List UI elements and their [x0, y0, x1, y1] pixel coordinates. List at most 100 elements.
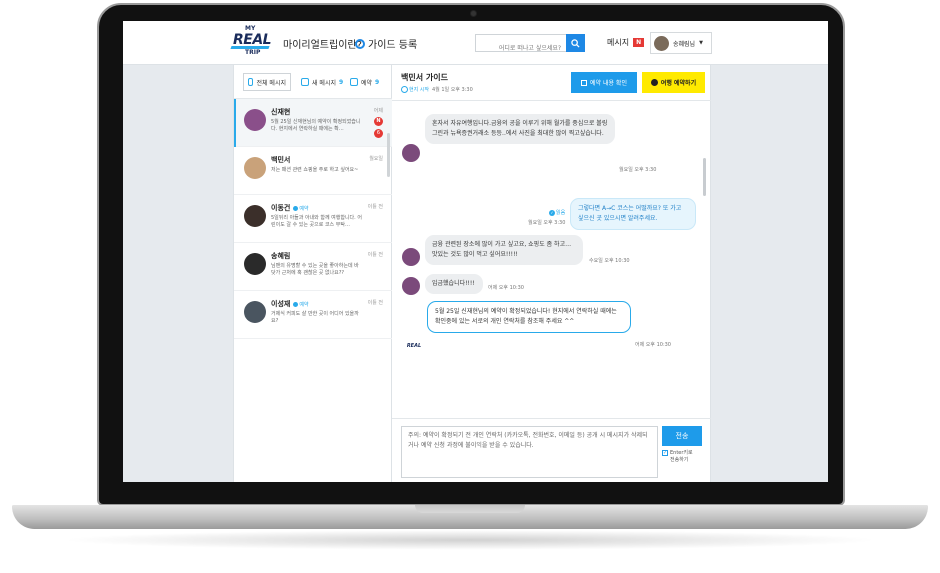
- checkbox-icon: ✓: [662, 450, 668, 456]
- read-receipt: 읽음: [549, 209, 565, 216]
- username: 송혜림님: [673, 40, 696, 48]
- message-composer: 주의: 예약이 확정되기 전 개인 연락처 (카카오톡, 전화번호, 이메일 등…: [392, 418, 711, 482]
- reservation-icon: [350, 78, 358, 86]
- conversation-time: 월요일: [369, 156, 383, 162]
- nav-about-link[interactable]: 마이리얼트립이란?: [283, 36, 362, 51]
- message-time: 월요일 오후 3:30: [619, 167, 657, 173]
- new-message-icon: [301, 78, 309, 86]
- message-bubble: 입금했습니다!!!!: [425, 274, 483, 294]
- conversation-time: 이틀 전: [367, 300, 383, 306]
- chat-bubble-icon: [248, 78, 254, 86]
- new-messages-badge: N: [633, 38, 645, 47]
- confirm-reservation-button[interactable]: 예약 내용 확인: [571, 72, 637, 93]
- message-time: 어제 오후 10:30: [635, 342, 671, 348]
- book-label: 여행 예약하기: [660, 80, 697, 87]
- send-button[interactable]: 전송: [662, 426, 702, 446]
- tab-label: 전체 메시지: [256, 79, 286, 87]
- conversation-name: 이성재 예약: [271, 299, 309, 309]
- new-badge: N: [374, 117, 383, 126]
- messages-link[interactable]: 메시지 N: [607, 37, 645, 48]
- reservation-tag: 예약: [293, 205, 308, 212]
- tab-count: 9: [375, 78, 380, 86]
- enter-to-send-label: Enter키로 전송하기: [670, 450, 693, 463]
- chat-subtitle: 현지 시작 4월 1일 오후 3:30: [401, 86, 473, 93]
- conversation-name: 송혜림: [271, 251, 290, 261]
- conversation-preview: 저는 패션 관련 쇼핑을 주로 하고 싶어요~: [271, 167, 359, 173]
- top-bar: MY REAL TRIP 마이리얼트립이란? 가이드 등록 메시지: [123, 21, 828, 65]
- message-bubble: 금융 관련된 장소에 많이 가고 싶고요, 쇼핑도 좀 하고… 맛있는 것도 많…: [425, 235, 583, 265]
- logo-my: MY: [245, 25, 256, 32]
- conversation-preview: 거제식 커피도 살 만한 곳이 어디어 있을까요?: [271, 311, 359, 324]
- message-time: 어제 오후 10:30: [488, 285, 524, 291]
- list-item[interactable]: 백민서 월요일 저는 패션 관련 쇼핑을 주로 하고 싶어요~: [234, 147, 393, 195]
- conversation-time: 어제: [373, 108, 383, 114]
- avatar: [402, 248, 420, 266]
- conversation-name: 이동건 예약: [271, 203, 309, 213]
- message-input[interactable]: 주의: 예약이 확정되기 전 개인 연락처 (카카오톡, 전화번호, 이메일 등…: [401, 426, 658, 478]
- name-text: 이동건: [271, 204, 291, 212]
- message-bubble: 혼자서 자유여행입니다.금융의 공을 이루기 위해 월가를 중심으로 볼링그린과…: [425, 114, 615, 144]
- book-trip-button[interactable]: 여행 예약하기: [642, 72, 705, 93]
- conversation-preview: 님맨의 유명할 수 있는 곳을 좋아하는데 바닷가 근처에 혹 괜찮은 곳 없나…: [271, 263, 359, 276]
- list-item[interactable]: 송혜림 이틀 전 님맨의 유명할 수 있는 곳을 좋아하는데 바닷가 근처에 혹…: [234, 243, 393, 291]
- tab-all-messages[interactable]: 전체 메시지: [243, 73, 291, 91]
- conversation-name: 신재현: [271, 107, 290, 117]
- laptop-notch: [415, 505, 525, 513]
- avatar: [402, 277, 420, 295]
- nav-guide-link[interactable]: 가이드 등록: [355, 36, 417, 51]
- avatar: [244, 205, 266, 227]
- message-tabs: 전체 메시지 새 메시지 9 예약 9: [234, 65, 393, 99]
- tab-count: 9: [339, 78, 344, 86]
- search-button[interactable]: [566, 34, 585, 52]
- logo-trip: TRIP: [245, 49, 261, 56]
- name-text: 백민서: [271, 156, 291, 164]
- messages-label: 메시지: [607, 38, 630, 47]
- avatar: [654, 35, 669, 51]
- message-time: 수요일 오후 10:30: [589, 258, 630, 264]
- search-icon: [571, 38, 580, 48]
- enter-to-send-option[interactable]: ✓ Enter키로 전송하기: [662, 450, 698, 464]
- confirm-label: 예약 내용 확인: [590, 80, 627, 87]
- tab-reservations[interactable]: 예약 9: [350, 73, 379, 91]
- guide-register-icon: [355, 38, 365, 49]
- conversation-time: 이틀 전: [367, 252, 383, 258]
- list-item[interactable]: 신재현 어제 5월 25일 신재현님의 예약이 확정되었습니다. 현지에서 연락…: [234, 99, 393, 147]
- list-item[interactable]: 이동건 예약 이틀 전 5일뒤리 아들과 아내와 함께 여행합니다. 어린이도 갈…: [234, 195, 393, 243]
- user-menu[interactable]: 송혜림님 ▼: [650, 32, 712, 54]
- chat-title: 백민서 가이드: [401, 73, 448, 82]
- laptop-shadow: [60, 530, 880, 550]
- tab-new-messages[interactable]: 새 메시지 9: [301, 73, 343, 91]
- tab-label: 예약: [361, 79, 373, 87]
- message-time: 월요일 오후 3:30: [528, 220, 566, 226]
- avatar: [244, 301, 266, 323]
- avatar: [244, 253, 266, 275]
- conversation-preview: 5일뒤리 아들과 아내와 함께 여행합니다. 어린이도 갈 수 있는 곳으로 코…: [271, 215, 362, 228]
- laptop-frame: MY REAL TRIP 마이리얼트립이란? 가이드 등록 메시지: [0, 0, 940, 573]
- count-badge: 6: [374, 129, 383, 138]
- avatar: [244, 157, 266, 179]
- name-text: 송혜림: [271, 252, 291, 260]
- chat-scrollbar[interactable]: [703, 158, 706, 196]
- chat-header: 백민서 가이드 현지 시작 4월 1일 오후 3:30 예약 내용 확인 여행 …: [392, 65, 711, 101]
- conversation-sidebar: 전체 메시지 새 메시지 9 예약 9 신재현 어제 5월 25일 신재현님의 …: [233, 65, 393, 482]
- message-thread: 혼자서 자유여행입니다.금융의 공을 이루기 위해 월가를 중심으로 볼링그린과…: [392, 102, 711, 412]
- check-icon: [650, 79, 658, 86]
- calendar-icon: [581, 79, 588, 86]
- conversation-time: 이틀 전: [367, 204, 383, 210]
- logo[interactable]: MY REAL TRIP: [230, 25, 272, 61]
- list-item[interactable]: 이성재 예약 이틀 전 거제식 커피도 살 만한 곳이 어디어 있을까요?: [234, 291, 393, 339]
- camera-icon: [470, 10, 477, 17]
- logo-real: REAL: [233, 32, 272, 48]
- conversation-preview: 5월 25일 신재현님의 예약이 확정되었습니다. 현지에서 연락하실 때에는 …: [271, 119, 361, 132]
- name-text: 이성재: [271, 300, 291, 308]
- avatar: [402, 144, 420, 162]
- avatar: [244, 109, 266, 131]
- reservation-tag: 예약: [293, 301, 308, 308]
- chat-panel: 백민서 가이드 현지 시작 4월 1일 오후 3:30 예약 내용 확인 여행 …: [392, 65, 711, 482]
- tab-label: 새 메시지: [312, 79, 336, 87]
- app-screen: MY REAL TRIP 마이리얼트립이란? 가이드 등록 메시지: [123, 21, 828, 482]
- sidebar-scrollbar[interactable]: [387, 133, 390, 177]
- conversation-name: 백민서: [271, 155, 290, 165]
- chat-date: 4월 1일 오후 3:30: [432, 87, 473, 93]
- message-bubble: 그렇다면 A→C 코스는 어떨까요? 또 가고 싶으신 곳 있으시면 알려주세요…: [570, 198, 696, 230]
